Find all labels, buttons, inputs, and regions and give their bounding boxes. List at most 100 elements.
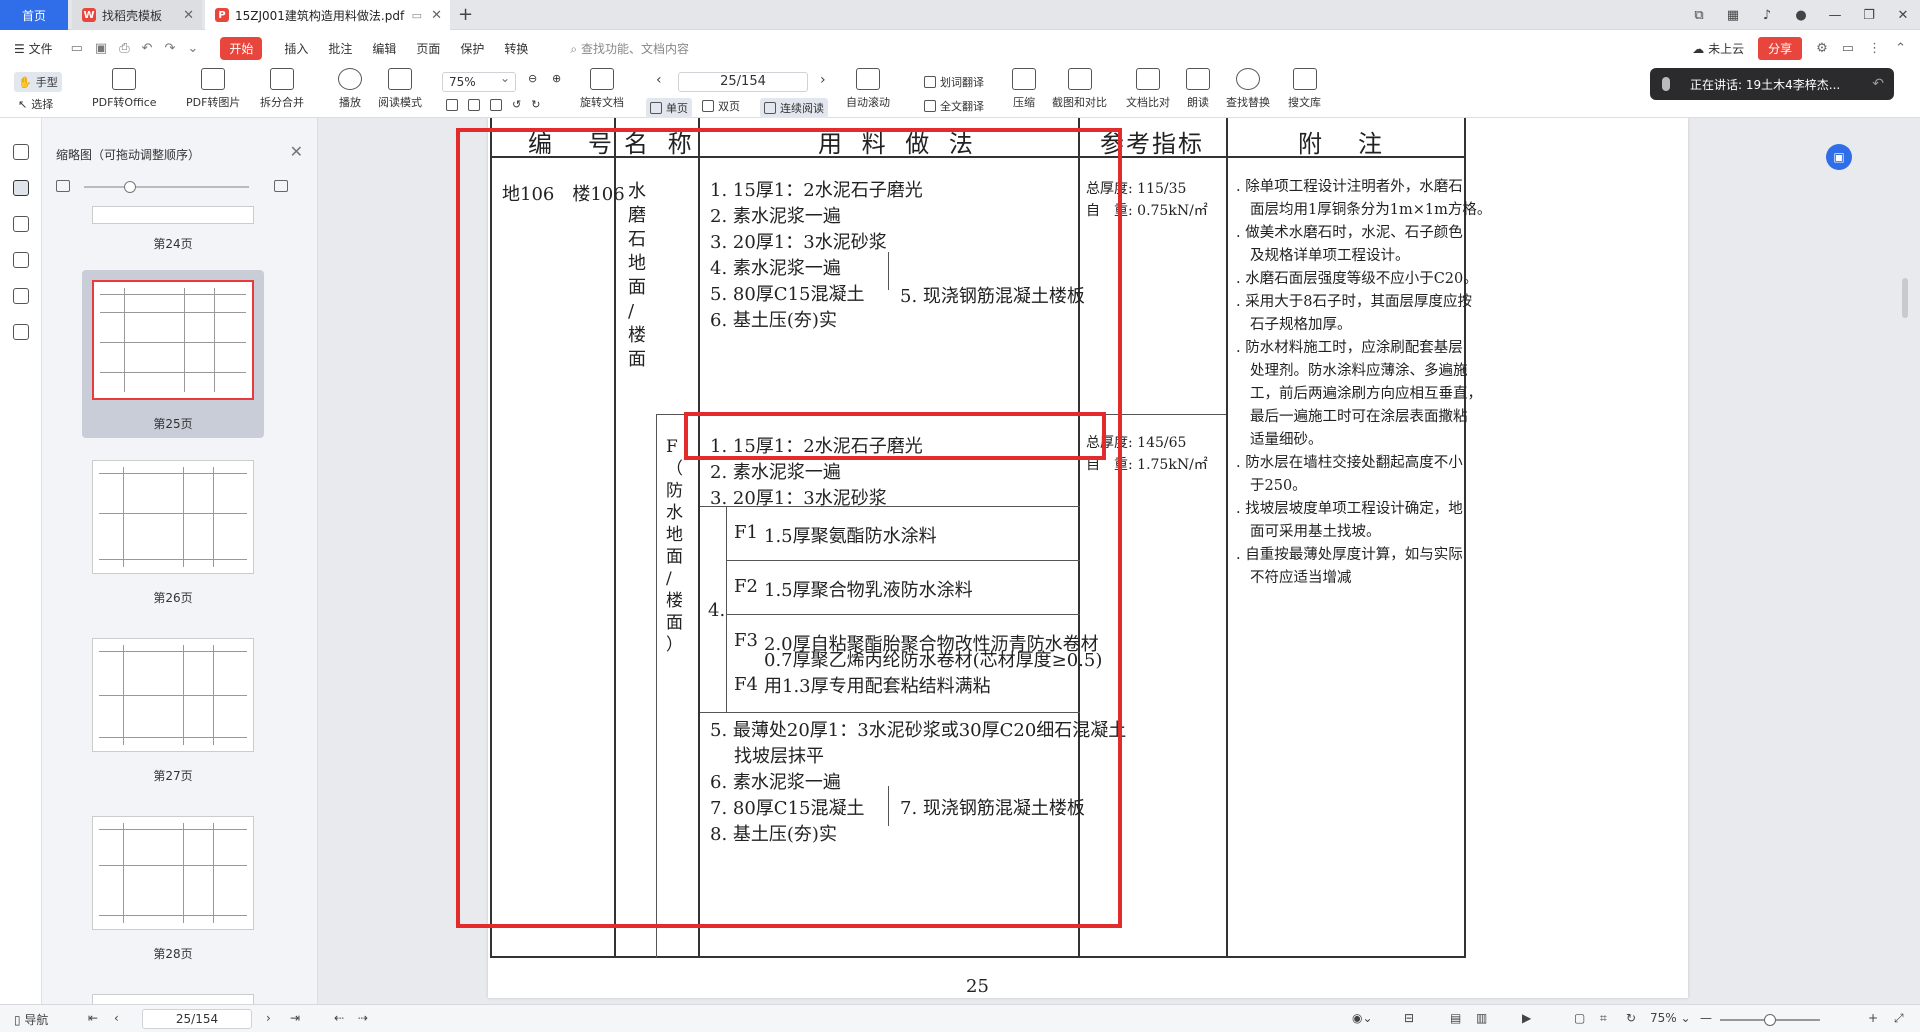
- menu-edit[interactable]: 编辑: [372, 40, 396, 57]
- pdf-to-office-button[interactable]: PDF转Office: [92, 68, 157, 110]
- print-icon[interactable]: ⎙: [119, 41, 129, 56]
- play-button[interactable]: 播放: [338, 68, 362, 110]
- eye-icon[interactable]: ◉⌄: [1352, 1011, 1373, 1025]
- zoom-plus-icon[interactable]: +: [1868, 1011, 1878, 1025]
- find-replace-button[interactable]: 查找替换: [1226, 68, 1270, 110]
- first-page-icon[interactable]: ⇤: [88, 1011, 98, 1025]
- vertical-scrollbar[interactable]: [1894, 118, 1920, 1004]
- screenshot-compare-button[interactable]: 截图和对比: [1052, 68, 1107, 110]
- menu-annotate[interactable]: 批注: [328, 40, 352, 57]
- rotate-doc-button[interactable]: 旋转文档: [580, 68, 624, 110]
- select-tool-button[interactable]: ↖ 选择: [18, 96, 53, 112]
- auto-scroll-button[interactable]: 自动滚动: [846, 68, 890, 110]
- last-page-icon[interactable]: ⇥: [290, 1011, 300, 1025]
- tab-template[interactable]: W 找稻壳模板 ✕: [72, 0, 202, 30]
- status-zoom[interactable]: 75% ⌄: [1650, 1011, 1691, 1025]
- zoom-out-button[interactable]: ⊖: [528, 72, 537, 85]
- grid-icon[interactable]: ▦: [1716, 8, 1750, 23]
- scroll-thumb[interactable]: [1902, 278, 1908, 318]
- bookmark-icon[interactable]: [13, 144, 29, 160]
- close-icon[interactable]: ✕: [431, 8, 442, 23]
- doc-compare-button[interactable]: 文档比对: [1126, 68, 1170, 110]
- split-merge-button[interactable]: 拆分合并: [260, 68, 304, 110]
- menu-start[interactable]: 开始: [220, 36, 263, 60]
- zoom-slider-knob[interactable]: [1764, 1014, 1776, 1026]
- crop-icon[interactable]: [468, 98, 480, 111]
- nav-toggle[interactable]: ▯ 导航: [14, 1011, 48, 1028]
- thumbnail-page-29[interactable]: [82, 984, 264, 1008]
- double-page-button[interactable]: 双页: [702, 98, 740, 114]
- slider-knob[interactable]: [124, 181, 136, 193]
- tab-document[interactable]: P 15ZJ001建筑构造用料做法.pdf ▭ ✕: [205, 0, 450, 30]
- close-window-icon[interactable]: ✕: [1886, 8, 1920, 23]
- layers-icon[interactable]: [13, 324, 29, 340]
- read-aloud-button[interactable]: 朗读: [1186, 68, 1210, 110]
- page-input[interactable]: 25/154: [678, 72, 808, 92]
- document-view[interactable]: 编 号 名 称 用 料 做 法 参考指标 附 注 地106 楼106 水 磨 石…: [318, 118, 1894, 1004]
- single-page-button[interactable]: 单页: [646, 98, 692, 118]
- status-page-input[interactable]: 25/154: [142, 1009, 252, 1029]
- comment-icon[interactable]: ▭: [1842, 41, 1854, 56]
- next-page-icon[interactable]: ›: [266, 1011, 271, 1025]
- read-mode-button[interactable]: 阅读模式: [378, 68, 422, 110]
- zoom-in-button[interactable]: ⊕: [552, 72, 561, 85]
- save-icon[interactable]: ▣: [95, 41, 107, 56]
- more-icon[interactable]: ⌄: [187, 41, 198, 56]
- menu-convert[interactable]: 转换: [504, 40, 528, 57]
- menu-insert[interactable]: 插入: [284, 40, 308, 57]
- fullscreen-icon[interactable]: ⤢: [1894, 1011, 1904, 1026]
- thumbnail-icon[interactable]: [13, 180, 29, 196]
- fit-page-icon[interactable]: ▢: [1574, 1011, 1585, 1025]
- thumbnail-page-27[interactable]: 第27页: [82, 628, 264, 790]
- continuous-read-button[interactable]: 连续阅读: [760, 98, 828, 118]
- comment-panel-icon[interactable]: [13, 216, 29, 232]
- bell-icon[interactable]: ♪: [1750, 8, 1784, 23]
- forward-icon[interactable]: ⇢: [358, 1011, 368, 1025]
- double-view-icon[interactable]: ▥: [1476, 1011, 1487, 1025]
- play-slideshow-icon[interactable]: ▶: [1522, 1011, 1531, 1025]
- settings-icon[interactable]: ⚙: [1816, 41, 1828, 56]
- attachment-icon[interactable]: [13, 252, 29, 268]
- window-icon[interactable]: ▭: [412, 9, 422, 22]
- redo-icon[interactable]: ↷: [165, 41, 176, 56]
- collapse-icon[interactable]: ⌃: [1895, 41, 1906, 56]
- voice-call-overlay[interactable]: 正在讲话: 19土木4李梓杰... ↶: [1650, 68, 1894, 100]
- search-library-button[interactable]: 搜文库: [1288, 68, 1321, 110]
- crop-view-icon[interactable]: ⌗: [1600, 1011, 1607, 1026]
- thumbnail-page-25[interactable]: 第25页: [82, 270, 264, 438]
- rotate-view-icon[interactable]: ↻: [1626, 1011, 1636, 1025]
- hangup-icon[interactable]: ↶: [1872, 76, 1884, 92]
- menu-page[interactable]: 页面: [416, 40, 440, 57]
- menu-protect[interactable]: 保护: [460, 40, 484, 57]
- new-tab-button[interactable]: +: [458, 4, 473, 25]
- fit-width-icon[interactable]: ⊟: [1404, 1011, 1414, 1025]
- restore-icon[interactable]: ❐: [1852, 8, 1886, 23]
- prev-page-button[interactable]: ‹: [656, 72, 662, 88]
- undo-icon[interactable]: ↶: [142, 41, 153, 56]
- thumbnail-size-slider[interactable]: [56, 180, 296, 194]
- small-image-icon[interactable]: [56, 180, 70, 192]
- close-icon[interactable]: ✕: [183, 8, 194, 23]
- prev-page-icon[interactable]: ‹: [114, 1011, 119, 1025]
- back-icon[interactable]: ⇠: [334, 1011, 344, 1025]
- cloud-status[interactable]: ☁ 未上云: [1692, 40, 1744, 57]
- more-vert-icon[interactable]: ⋮: [1868, 41, 1881, 56]
- search-input[interactable]: ⌕ 查找功能、文档内容: [570, 40, 689, 57]
- menu-file[interactable]: ☰ 文件: [14, 40, 53, 57]
- close-panel-icon[interactable]: ✕: [290, 142, 303, 161]
- pdf-to-image-button[interactable]: PDF转图片: [186, 68, 240, 110]
- fit-icon[interactable]: [446, 98, 458, 111]
- thumbnail-page-26[interactable]: 第26页: [82, 450, 264, 612]
- rotate-right-icon[interactable]: ↻: [531, 98, 540, 111]
- frame-icon[interactable]: [490, 98, 502, 111]
- floating-tool-button[interactable]: ▣: [1826, 144, 1852, 170]
- tab-home[interactable]: 首页: [0, 0, 68, 30]
- single-view-icon[interactable]: ▤: [1450, 1011, 1461, 1025]
- thumbnail-page-24[interactable]: 第24页: [82, 206, 264, 258]
- zoom-select[interactable]: 75%: [442, 71, 516, 92]
- layout-icon[interactable]: ⧉: [1682, 8, 1716, 23]
- annotation-box-large[interactable]: [456, 128, 1122, 928]
- compress-button[interactable]: 压缩: [1012, 68, 1036, 110]
- hand-tool-button[interactable]: ✋ 手型: [14, 72, 62, 92]
- next-page-button[interactable]: ›: [820, 72, 826, 88]
